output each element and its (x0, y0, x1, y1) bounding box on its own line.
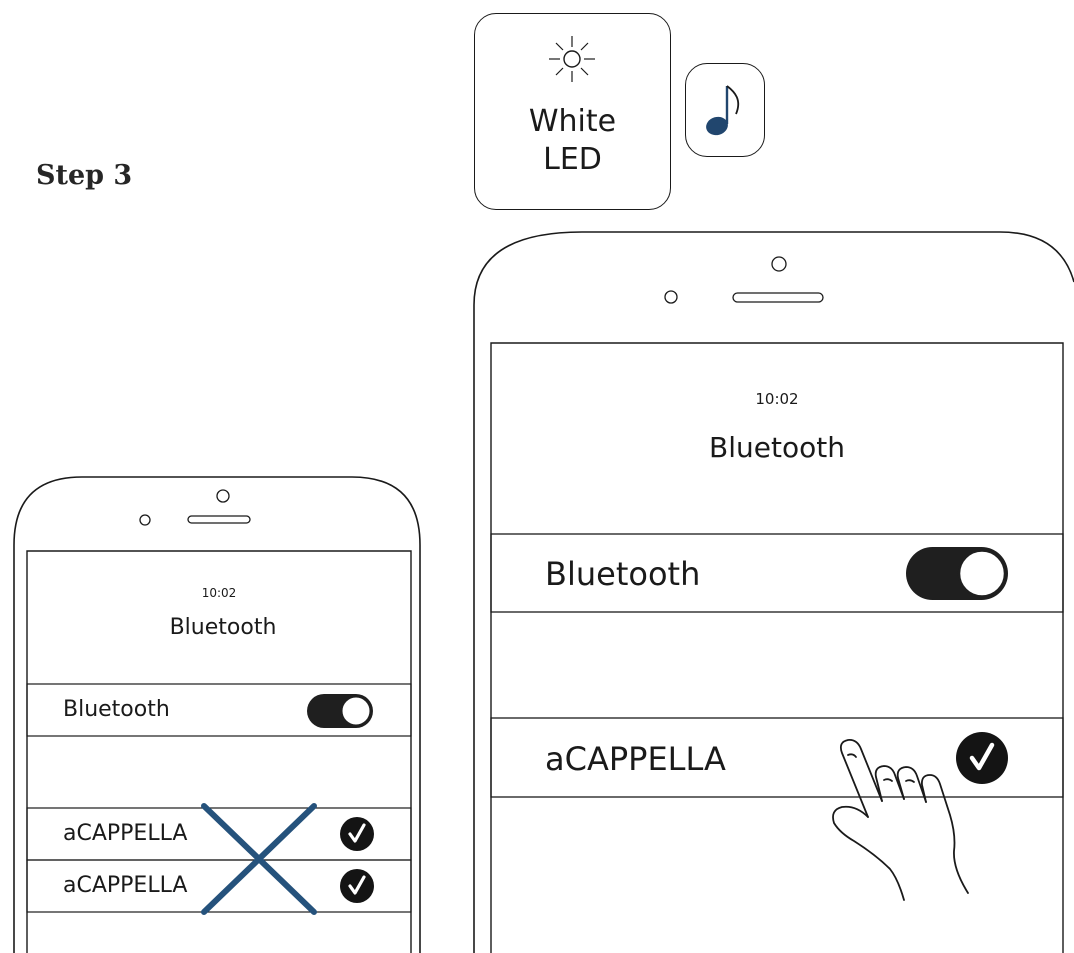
large-bluetooth-toggle[interactable] (905, 546, 1009, 601)
large-phone-screen-title: Bluetooth (709, 431, 845, 464)
large-bluetooth-row-label: Bluetooth (545, 555, 701, 593)
large-device-label: aCAPPELLA (545, 740, 726, 778)
large-phone-time: 10:02 (755, 390, 799, 408)
pointing-hand-icon (832, 739, 969, 901)
